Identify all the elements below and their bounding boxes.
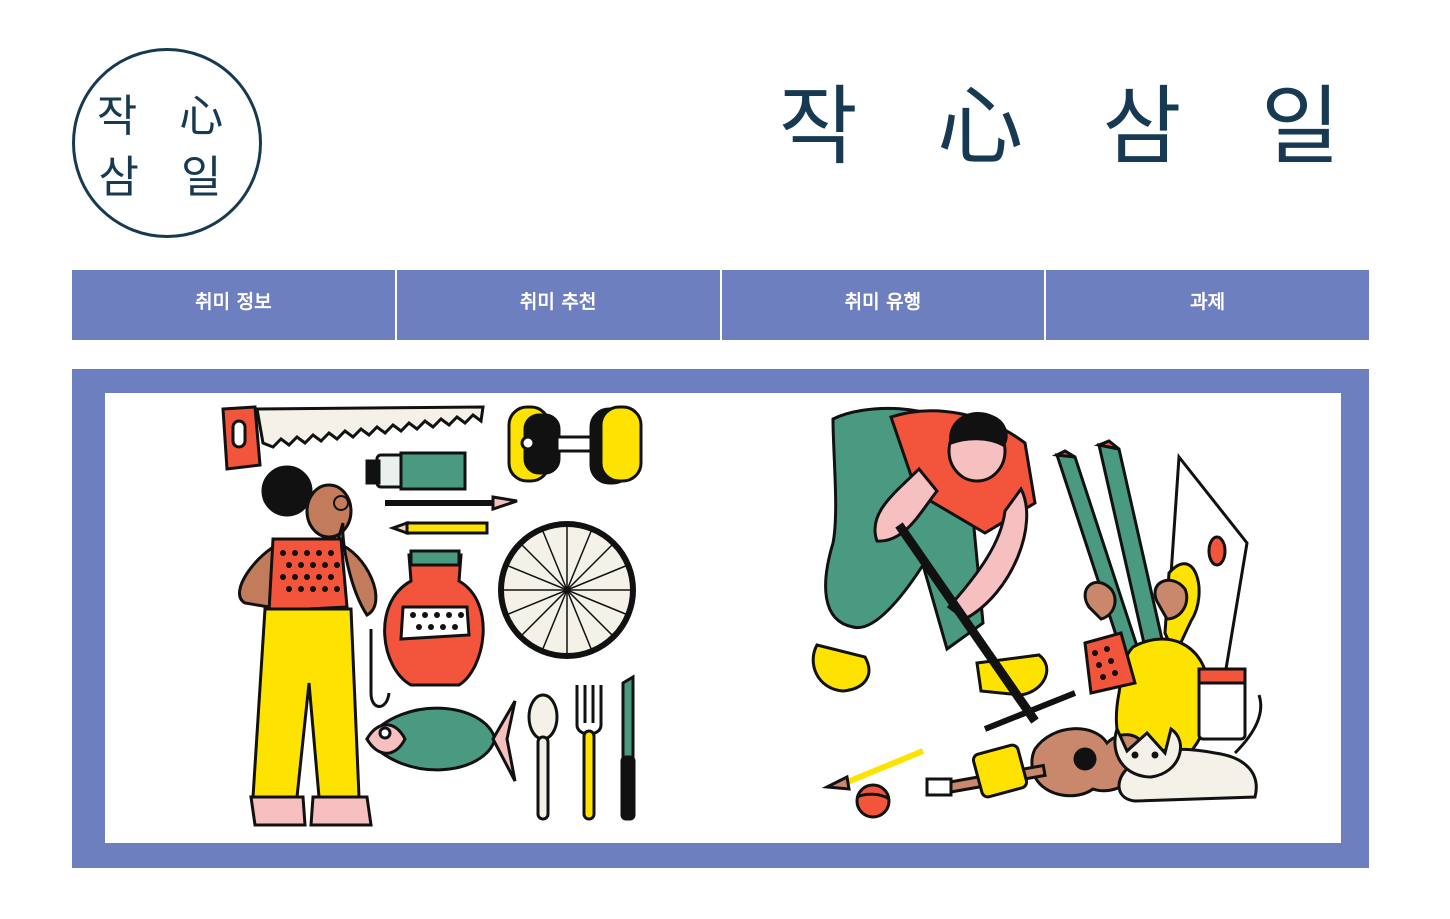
nav-item-hobby-info[interactable]: 취미 정보 <box>72 270 397 340</box>
nav-item-hobby-recommend[interactable]: 취미 추천 <box>396 270 722 340</box>
dumbbell-icon <box>507 405 643 485</box>
hero-illustration <box>221 405 1263 827</box>
ball-icon <box>855 783 891 819</box>
paint-tube-icon <box>365 451 467 491</box>
site-logo[interactable]: 작 心 삼 일 <box>72 48 262 238</box>
vase-icon <box>383 549 485 687</box>
logo-line-2: 삼 일 <box>98 152 236 203</box>
site-title: 작 心 삼 일 <box>778 77 1366 177</box>
hero-banner-inner <box>105 393 1341 843</box>
paintbrush-icon <box>385 495 518 512</box>
spoon-icon <box>527 693 559 821</box>
fish-icon <box>365 700 517 782</box>
man-figure <box>811 406 1049 724</box>
can-icon <box>1197 667 1247 741</box>
bicycle-wheel-icon <box>498 521 636 659</box>
main-nav: 취미 정보 취미 추천 취미 유행 과제 <box>72 270 1369 340</box>
knife-icon <box>620 674 636 821</box>
hero-banner <box>72 369 1369 868</box>
woman-figure <box>238 465 378 827</box>
logo-line-1: 작 心 <box>96 91 238 142</box>
fork-icon <box>575 685 603 821</box>
pencil-icon <box>388 520 489 536</box>
nav-item-assignment[interactable]: 과제 <box>1046 270 1369 340</box>
paintbrush-icon <box>821 748 925 791</box>
nav-item-hobby-trend[interactable]: 취미 유행 <box>721 270 1047 340</box>
guitar-icon <box>925 727 1147 798</box>
